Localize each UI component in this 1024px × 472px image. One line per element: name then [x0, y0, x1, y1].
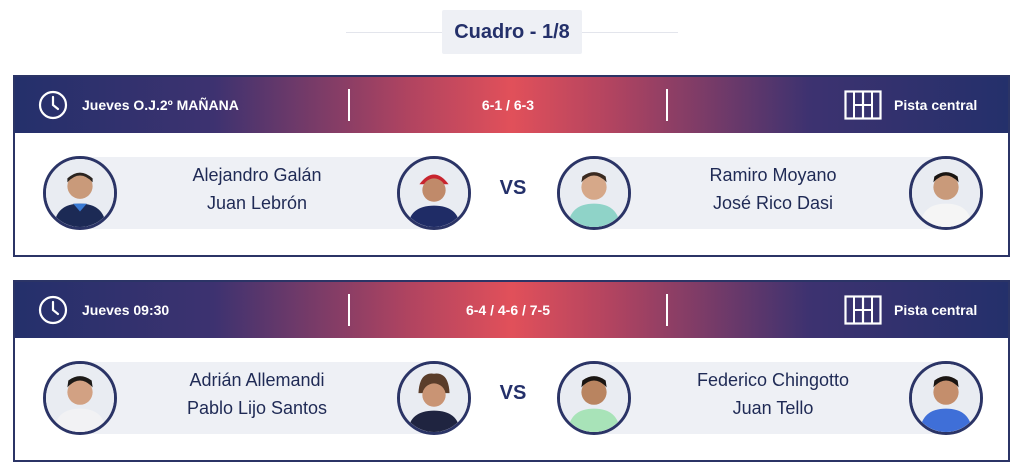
match-info-bar: Jueves O.J.2º MAÑANA 6-1 / 6-3 Pista cen… — [15, 77, 1008, 133]
player-avatar[interactable] — [397, 361, 471, 435]
clock-icon — [38, 295, 68, 325]
team-2-names: Federico Chingotto Juan Tello — [641, 366, 905, 430]
player-name[interactable]: Alejandro Galán — [125, 161, 389, 189]
match-body: Adrián Allemandi Pablo Lijo Santos VS Fe… — [15, 338, 1008, 458]
player-name[interactable]: Ramiro Moyano — [641, 161, 905, 189]
divider-line — [346, 32, 442, 33]
bar-divider — [666, 294, 668, 326]
match-card[interactable]: Jueves 09:30 6-4 / 4-6 / 7-5 Pista centr… — [13, 280, 1010, 462]
player-name[interactable]: Adrián Allemandi — [125, 366, 389, 394]
vs-label: VS — [499, 382, 527, 404]
team-2-names: Ramiro Moyano José Rico Dasi — [641, 161, 905, 225]
clock-icon — [38, 90, 68, 120]
match-score: 6-4 / 4-6 / 7-5 — [465, 302, 551, 318]
court-name: Pista central — [894, 97, 978, 113]
player-name[interactable]: Juan Lebrón — [125, 189, 389, 217]
player-name[interactable]: Pablo Lijo Santos — [125, 394, 389, 422]
vs-label: VS — [499, 177, 527, 199]
round-title: Cuadro - 1/8 — [442, 10, 582, 54]
court-name: Pista central — [894, 302, 978, 318]
player-avatar[interactable] — [557, 361, 631, 435]
padel-court-icon — [844, 90, 882, 120]
padel-court-icon — [844, 295, 882, 325]
player-avatar[interactable] — [397, 156, 471, 230]
match-time: Jueves 09:30 — [82, 302, 170, 318]
team-1-names: Alejandro Galán Juan Lebrón — [125, 161, 389, 225]
player-avatar[interactable] — [557, 156, 631, 230]
divider-line — [582, 32, 678, 33]
bar-divider — [666, 89, 668, 121]
player-avatar[interactable] — [43, 361, 117, 435]
match-score: 6-1 / 6-3 — [481, 97, 535, 113]
round-header: Cuadro - 1/8 — [0, 10, 1024, 54]
player-avatar[interactable] — [909, 361, 983, 435]
match-time: Jueves O.J.2º MAÑANA — [82, 97, 239, 113]
player-avatar[interactable] — [43, 156, 117, 230]
player-name[interactable]: Federico Chingotto — [641, 366, 905, 394]
player-name[interactable]: Juan Tello — [641, 394, 905, 422]
match-info-bar: Jueves 09:30 6-4 / 4-6 / 7-5 Pista centr… — [15, 282, 1008, 338]
match-card[interactable]: Jueves O.J.2º MAÑANA 6-1 / 6-3 Pista cen… — [13, 75, 1010, 257]
match-body: Alejandro Galán Juan Lebrón VS Ramiro Mo… — [15, 133, 1008, 253]
team-1-names: Adrián Allemandi Pablo Lijo Santos — [125, 366, 389, 430]
player-avatar[interactable] — [909, 156, 983, 230]
player-name[interactable]: José Rico Dasi — [641, 189, 905, 217]
